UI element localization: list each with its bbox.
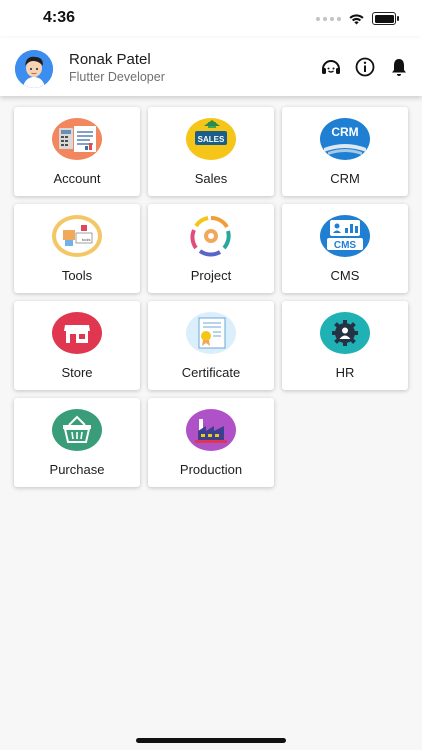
crm-icon: CRM [320,118,370,160]
tile-tools[interactable]: tools Tools [14,204,140,293]
tile-label: CRM [330,171,360,186]
sales-badge-text: SALES [198,135,225,144]
tile-project[interactable]: Project [148,204,274,293]
bell-icon[interactable] [388,56,410,78]
sales-icon: SALES [186,118,236,160]
tile-label: Sales [194,171,228,186]
home-indicator[interactable] [136,738,286,743]
status-bar: 4:36 [0,0,422,38]
tile-label: Certificate [181,365,241,380]
tile-crm[interactable]: CRM CRM [282,107,408,196]
header-actions [320,56,410,78]
hr-icon [320,312,370,354]
tile-production[interactable]: Production [148,398,274,487]
tile-label: Purchase [49,462,105,477]
tile-sales[interactable]: SALES Sales [148,107,274,196]
user-name: Ronak Patel [69,51,151,68]
tile-hr[interactable]: HR [282,301,408,390]
signal-icon [316,16,341,21]
production-icon [186,409,236,451]
crm-badge-text: CRM [331,125,358,139]
tile-label: Tools [61,268,93,283]
svg-text:tools: tools [82,237,90,242]
modules-grid: Account SALES Sales CRM CRM tools Tools … [14,107,408,487]
cms-badge-text: CMS [334,240,357,251]
tile-label: Store [61,365,93,380]
certificate-icon [186,312,236,354]
avatar-illustration [15,50,53,88]
tools-icon: tools [52,215,102,257]
cms-icon: CMS [320,215,370,257]
battery-icon [372,12,399,25]
account-icon [52,118,102,160]
avatar[interactable] [15,50,53,88]
tile-store[interactable]: Store [14,301,140,390]
tile-label: Account [53,171,101,186]
purchase-icon [52,409,102,451]
tile-label: Production [179,462,243,477]
tile-certificate[interactable]: Certificate [148,301,274,390]
status-time: 4:36 [43,9,76,26]
project-icon [186,215,236,257]
wifi-icon [349,13,364,24]
tile-cms[interactable]: CMS CMS [282,204,408,293]
tile-account[interactable]: Account [14,107,140,196]
tile-purchase[interactable]: Purchase [14,398,140,487]
user-role: Flutter Developer [69,70,165,84]
store-icon [52,312,102,354]
support-icon[interactable] [320,56,342,78]
tile-label: HR [335,365,355,380]
info-icon[interactable] [354,56,376,78]
status-icons [316,12,399,25]
tile-label: Project [190,268,232,283]
app-header: Ronak Patel Flutter Developer [0,38,422,96]
tile-label: CMS [330,268,360,283]
